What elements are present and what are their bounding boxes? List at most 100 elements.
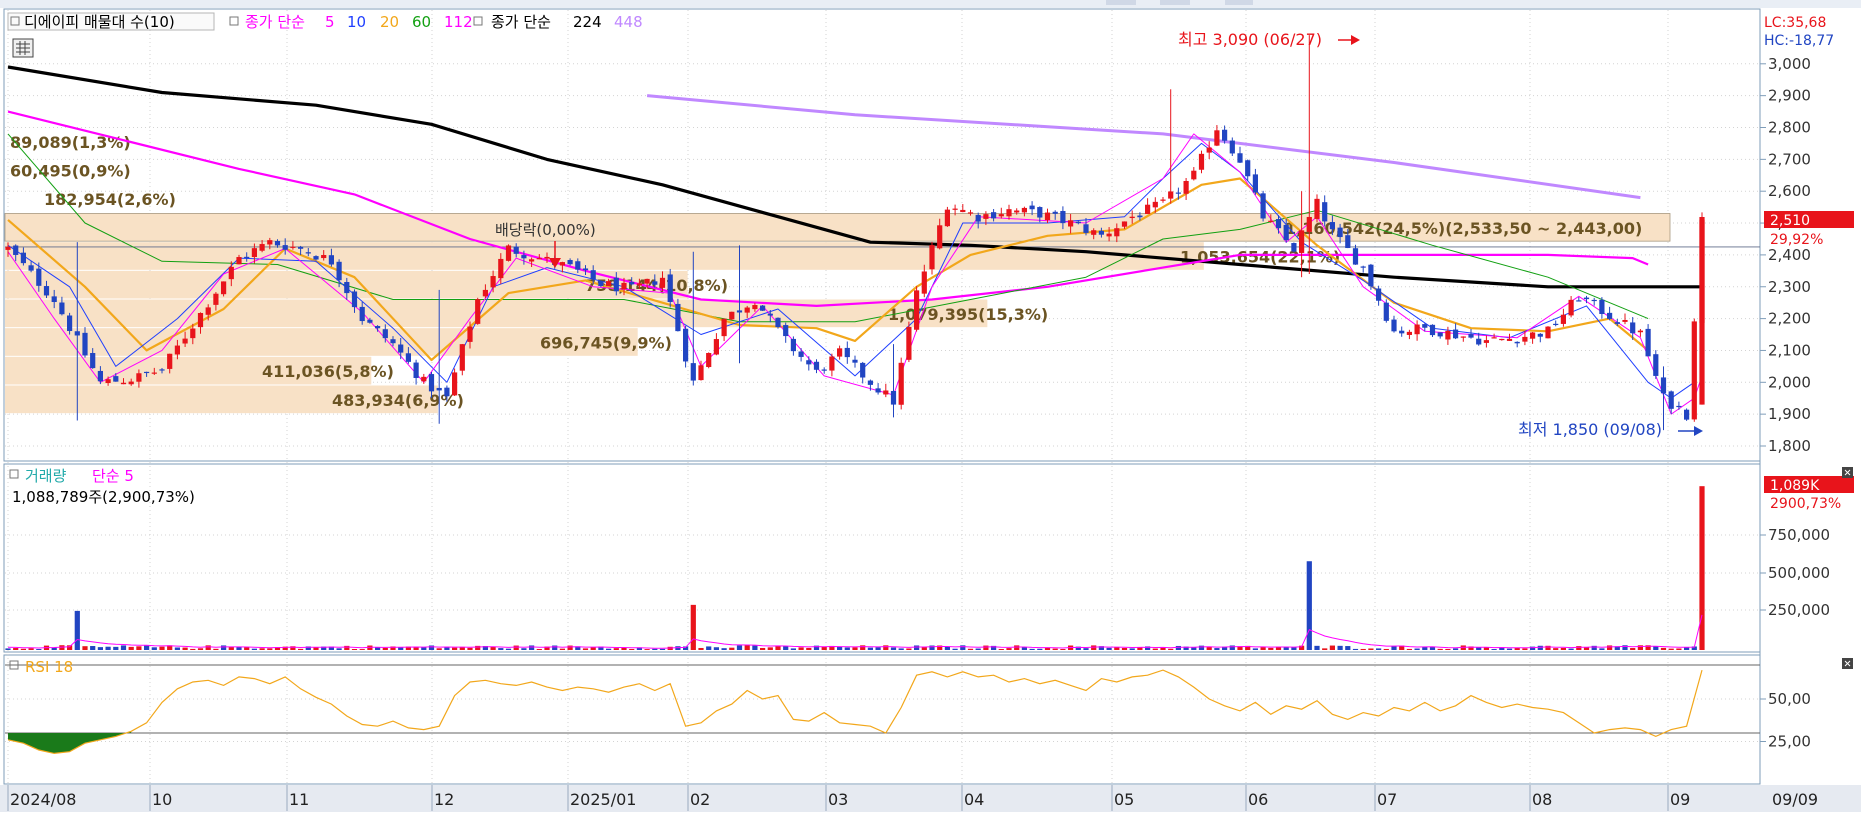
candle-body	[1329, 222, 1335, 230]
candle-body	[1476, 338, 1482, 345]
ma20-legend: 20	[380, 13, 399, 31]
volume-bar	[197, 648, 204, 650]
candle-body	[1060, 210, 1066, 224]
volume-bar	[914, 645, 920, 650]
candle-body	[182, 338, 188, 344]
volume-bar	[1630, 648, 1636, 650]
candle-body	[1645, 328, 1651, 357]
candle-body	[1383, 302, 1389, 321]
volume-bar	[1599, 648, 1605, 650]
date-tick-label: 02	[690, 790, 710, 809]
candle-body	[274, 241, 281, 246]
volume-bar	[1306, 561, 1312, 650]
candle-body	[675, 303, 681, 332]
date-tick-label: 06	[1248, 790, 1268, 809]
current-date-label: 09/09	[1772, 790, 1818, 809]
volume-bar	[844, 647, 850, 650]
candle-body	[1260, 193, 1266, 219]
candle-body	[105, 379, 111, 383]
volume-bar	[1198, 645, 1205, 650]
candle-body	[467, 326, 473, 342]
candle-body	[860, 362, 866, 378]
ma-legend-label: 종가 단순	[245, 13, 305, 31]
volume-bar	[1152, 648, 1158, 650]
volume-bar	[690, 604, 696, 650]
candle-body	[251, 248, 257, 258]
volume-bar	[421, 647, 427, 650]
stock-chart[interactable]: 1,160,542(24,5%)(2,533,50 ~ 2,443,00)1,0…	[0, 0, 1861, 812]
volume-bar	[90, 646, 96, 650]
candle-body	[1676, 405, 1682, 408]
table-toggle-icon[interactable]	[12, 38, 34, 58]
candle-body	[690, 363, 696, 381]
candle-body	[375, 326, 381, 329]
candle-body	[575, 261, 581, 270]
candle-body	[498, 258, 504, 279]
date-tick-label: 10	[152, 790, 172, 809]
candle-body	[1537, 333, 1543, 337]
ma2-legend-label: 종가 단순	[491, 13, 551, 31]
candle-body	[1291, 243, 1297, 252]
volume-bar	[613, 648, 619, 650]
volume-bar	[1406, 648, 1412, 650]
candle-body	[760, 305, 766, 311]
indicator-label[interactable]: 디에이피 매물대 수(10)	[24, 13, 175, 31]
volume-profile-label: 483,934(6,9%)	[332, 391, 464, 410]
close-volume-panel-icon[interactable]	[1842, 467, 1853, 478]
ma224-legend: 224	[573, 13, 602, 31]
candle-body	[1491, 337, 1497, 339]
candle-body	[128, 381, 134, 385]
candle-body	[1121, 221, 1128, 227]
candle-body	[282, 245, 288, 250]
candle-body	[1206, 147, 1212, 153]
volume-bar	[760, 647, 766, 650]
volume-bar	[113, 646, 119, 650]
candle-body	[1237, 153, 1243, 163]
volume-bar	[498, 648, 504, 650]
candle-body	[1499, 338, 1505, 341]
volume-bar	[567, 645, 573, 650]
close-rsi-panel-icon[interactable]	[1842, 658, 1853, 669]
candle-body	[590, 270, 596, 280]
date-tick-label: 09	[1670, 790, 1690, 809]
volume-bar	[752, 645, 758, 650]
candle-body	[59, 302, 65, 315]
candle-body	[752, 305, 758, 310]
candle-body	[783, 325, 789, 337]
volume-bar	[1506, 648, 1513, 650]
candle-body	[1037, 207, 1043, 218]
candle-body	[1314, 198, 1320, 219]
volume-bar	[659, 648, 666, 650]
volume-bar	[221, 645, 227, 650]
candle-body	[351, 291, 358, 308]
volume-bar	[1414, 648, 1420, 650]
candle-body	[321, 254, 327, 259]
volume-bar	[790, 648, 796, 650]
candle-body	[513, 246, 519, 254]
lc-readout: LC:35,68	[1764, 15, 1826, 31]
price-tick-label: 1,900	[1768, 405, 1811, 423]
low-annotation: 최저 1,850 (09/08)	[1518, 420, 1662, 439]
candle-body	[829, 356, 835, 371]
chart-window: 1,160,542(24,5%)(2,533,50 ~ 2,443,00) 1,0…	[0, 0, 1861, 812]
volume-bar	[582, 648, 589, 650]
candle-body	[1376, 288, 1382, 301]
volume-profile-label: 182,954(2,6%)	[44, 190, 176, 209]
volume-bar	[128, 646, 134, 650]
price-tick-label: 1,800	[1768, 437, 1811, 455]
candle-body	[1268, 220, 1274, 222]
candle-body	[51, 296, 57, 303]
candle-body	[1660, 377, 1667, 394]
candle-body	[228, 266, 234, 280]
candle-body	[821, 369, 827, 371]
rsi-tick-label: 25,00	[1768, 733, 1811, 751]
volume-bar	[1037, 648, 1043, 650]
volume-bar	[521, 648, 527, 650]
volume-bar	[898, 648, 904, 650]
candle-body	[798, 351, 804, 357]
candle-body	[1252, 174, 1258, 193]
volume-bar	[967, 648, 974, 650]
price-tick-label: 2,200	[1768, 310, 1811, 328]
volume-profile-label: 411,036(5,8%)	[262, 362, 394, 381]
volume-bar	[1445, 648, 1451, 650]
